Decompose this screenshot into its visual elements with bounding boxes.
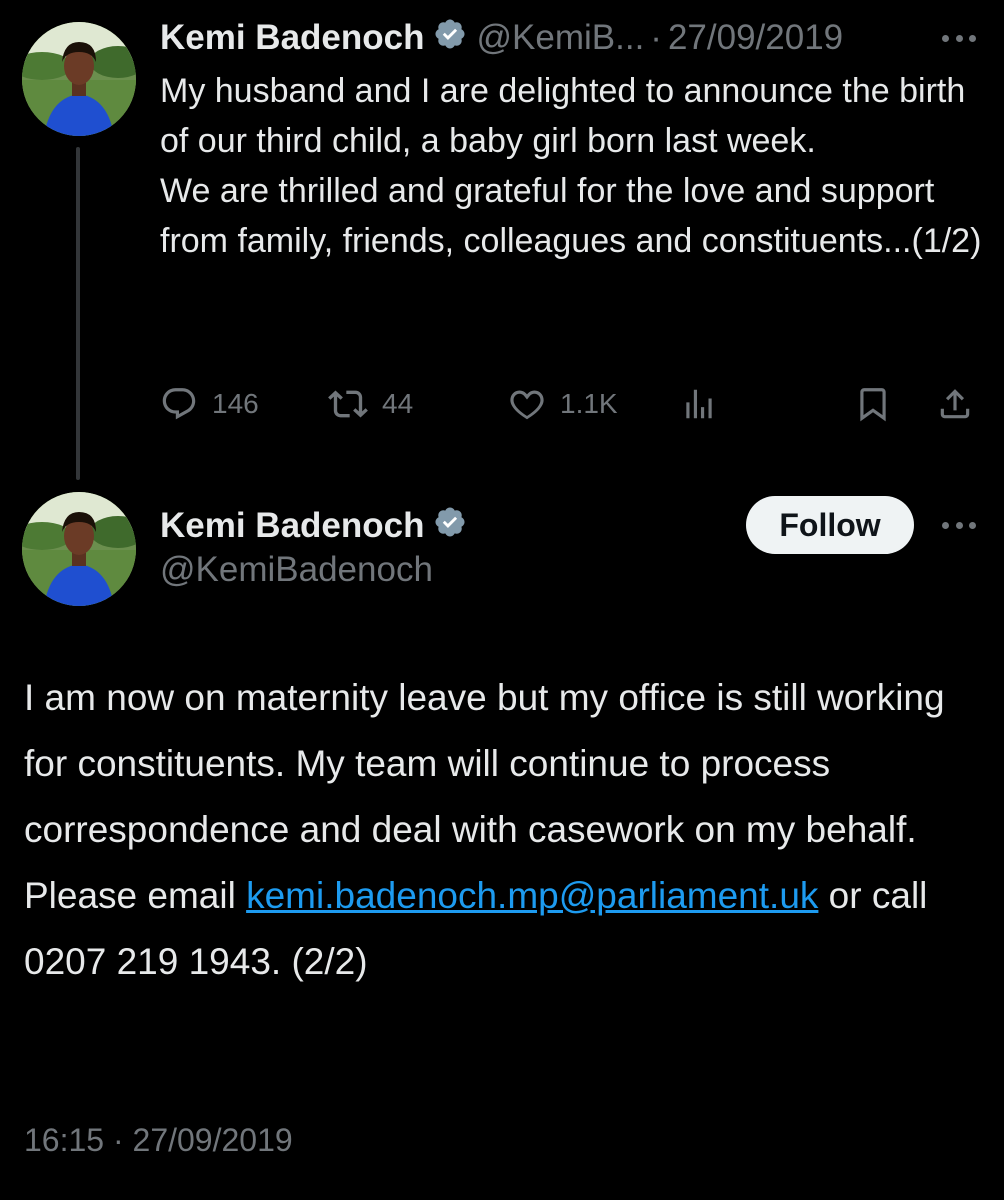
views-button[interactable] [680, 383, 718, 425]
like-count: 1.1K [560, 388, 618, 419]
tweet2-timestamp[interactable]: 16:15 · 27/09/2019 [24, 1122, 293, 1159]
tweet1-display-name[interactable]: Kemi Badenoch [160, 18, 425, 58]
repost-icon [328, 390, 368, 418]
tweet1-handle[interactable]: @KemiB... [477, 18, 645, 58]
header-separator: · [650, 18, 662, 57]
bookmark-button[interactable] [854, 383, 892, 425]
tweet1-action-bar: 146 44 1.1K [160, 383, 980, 425]
verified-badge-icon[interactable] [433, 17, 467, 60]
repost-button[interactable]: 44 [328, 383, 413, 425]
tweet1-paragraph-1: My husband and I are delighted to announ… [160, 72, 966, 160]
reply-button[interactable]: 146 [160, 383, 259, 425]
tweet2-handle[interactable]: @KemiBadenoch [160, 550, 433, 590]
reply-icon [162, 388, 196, 420]
bookmark-icon [860, 388, 886, 422]
verified-badge-icon[interactable] [433, 505, 467, 548]
tweet1-paragraph-2: We are thrilled and grateful for the lov… [160, 172, 982, 260]
follow-button[interactable]: Follow [746, 496, 914, 554]
tweet1-text: My husband and I are delighted to announ… [160, 66, 990, 266]
reply-count: 146 [212, 388, 259, 419]
share-icon [940, 389, 970, 419]
thread-connector-line [76, 147, 80, 480]
tweet2-text: I am now on maternity leave but my offic… [24, 665, 984, 995]
more-icon[interactable] [942, 519, 976, 531]
repost-count: 44 [382, 388, 414, 419]
tweet1-header: Kemi Badenoch @KemiB... · 27/09/2019 [160, 14, 843, 62]
tweet2-display-name[interactable]: Kemi Badenoch [160, 506, 425, 546]
more-icon[interactable] [942, 32, 976, 44]
views-icon [686, 389, 712, 419]
tweet2-name-row: Kemi Badenoch [160, 503, 467, 549]
tweet1-date[interactable]: 27/09/2019 [668, 18, 843, 58]
like-button[interactable]: 1.1K [508, 383, 618, 425]
avatar[interactable] [22, 492, 136, 606]
avatar[interactable] [22, 22, 136, 136]
like-icon [510, 390, 544, 420]
share-button[interactable] [936, 383, 974, 425]
email-link[interactable]: kemi.badenoch.mp@parliament.uk [246, 875, 818, 916]
